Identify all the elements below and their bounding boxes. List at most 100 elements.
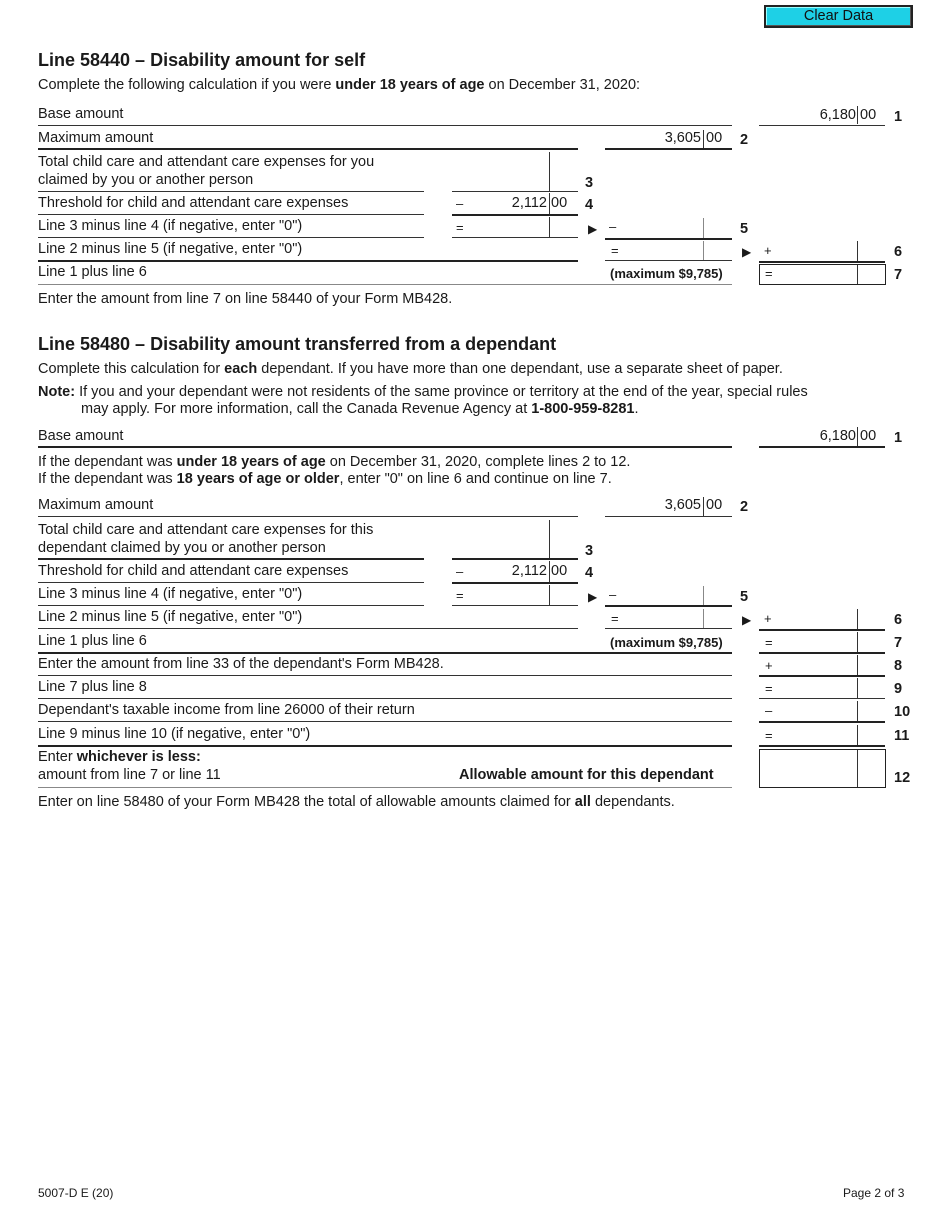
line-number-3: 3 <box>585 175 594 191</box>
cents-divider <box>549 193 550 214</box>
row-divider <box>38 148 578 150</box>
cents-divider <box>857 265 858 284</box>
s2-maximum-note: (maximum $9,785) <box>610 635 723 650</box>
note-label: Note: <box>38 384 76 400</box>
equals-sign: = <box>611 611 619 626</box>
s1-line3-dollars-input[interactable] <box>452 170 546 190</box>
s2-line11-cents-input[interactable] <box>859 726 885 744</box>
intro-text: on December 31, 2020: <box>484 77 641 93</box>
line-number-9: 9 <box>894 681 903 697</box>
s1-expenses-label-1: Total child care and attendant care expe… <box>38 154 375 170</box>
field-underline <box>605 516 732 517</box>
section1-intro: Complete the following calculation if yo… <box>38 77 640 93</box>
s1-line7-dollars-input[interactable] <box>776 266 854 283</box>
s2-l2m5-cents-input[interactable] <box>705 609 731 627</box>
plus-sign: + <box>764 243 772 258</box>
field-underline <box>605 628 732 629</box>
s1-l2m5-cents-input[interactable] <box>705 241 731 259</box>
field-underline <box>452 605 578 606</box>
line-number-4: 4 <box>585 565 594 581</box>
s2-line12-cents-input[interactable] <box>859 768 883 786</box>
row-divider <box>38 284 732 285</box>
row-divider <box>38 446 732 448</box>
intro-bold: under 18 years of age <box>335 77 485 93</box>
minus-sign: – <box>609 587 617 602</box>
s2-line7-dollars-input[interactable] <box>776 633 854 651</box>
arrow-right-icon: ▶ <box>588 222 598 236</box>
line-number-12: 12 <box>894 770 911 786</box>
cents-divider <box>703 609 704 628</box>
s1-line6-dollars-input[interactable] <box>774 242 854 260</box>
s2-l7p8-label: Line 7 plus line 8 <box>38 679 147 695</box>
equals-sign: = <box>611 243 619 258</box>
s2-line9-cents-input[interactable] <box>859 679 885 697</box>
field-underline <box>452 214 578 216</box>
cents-divider <box>857 609 858 629</box>
row-divider <box>38 237 424 238</box>
page-number: Page 2 of 3 <box>843 1186 905 1200</box>
field-underline <box>759 629 885 631</box>
s1-line6-cents-input[interactable] <box>859 242 885 260</box>
s1-l3m4-cents-input[interactable] <box>551 218 577 236</box>
cents-divider <box>857 106 858 124</box>
s1-line5-cents-input[interactable] <box>705 220 731 238</box>
field-underline <box>452 191 578 192</box>
line-number-6: 6 <box>894 244 903 260</box>
cents-divider <box>549 520 550 558</box>
row-divider <box>38 605 424 606</box>
s2-line10-cents-input[interactable] <box>859 702 885 720</box>
line-number-5: 5 <box>740 589 749 605</box>
row-divider <box>38 787 732 788</box>
cents-divider <box>549 585 550 605</box>
s2-line3-cents-input[interactable] <box>551 538 577 558</box>
s2-line6-cents-input[interactable] <box>859 610 885 628</box>
s2-line12-dollars-input[interactable] <box>762 768 854 786</box>
s1-maximum-note: (maximum $9,785) <box>610 266 723 281</box>
arrow-right-icon: ▶ <box>742 245 752 259</box>
minus-sign: – <box>456 196 464 211</box>
s2-line1-cents: 00 <box>860 428 877 444</box>
s2-line6-dollars-input[interactable] <box>774 610 854 628</box>
s1-l3m4-dollars-input[interactable] <box>466 218 546 236</box>
field-underline <box>605 260 732 261</box>
line-number-4: 4 <box>585 197 594 213</box>
intro-text: dependant. If you have more than one dep… <box>257 361 783 377</box>
s2-lesser-label-1: Enter whichever is less: <box>38 749 201 765</box>
s2-l3m4-dollars-input[interactable] <box>466 586 546 604</box>
s2-line8-dollars-input[interactable] <box>776 656 854 674</box>
s1-max-label: Maximum amount <box>38 130 154 146</box>
s2-line7-cents-input[interactable] <box>859 633 885 651</box>
field-underline <box>759 721 885 723</box>
s2-line2-cents: 00 <box>706 497 723 513</box>
s1-line5-dollars-input[interactable] <box>620 220 700 238</box>
field-underline <box>759 652 885 654</box>
line-number-5: 5 <box>740 221 749 237</box>
row-divider <box>38 628 578 629</box>
line-number-1: 1 <box>894 109 903 125</box>
s2-line8-cents-input[interactable] <box>859 656 885 674</box>
section-title-58440: Line 58440 – Disability amount for self <box>38 50 366 70</box>
s1-line3-cents-input[interactable] <box>551 170 577 190</box>
s2-l3m4-cents-input[interactable] <box>551 586 577 604</box>
intro-text: Complete the following calculation if yo… <box>38 77 336 93</box>
s2-line5-cents-input[interactable] <box>705 587 731 605</box>
clear-data-button[interactable]: Clear Data <box>764 5 913 28</box>
s2-line10-dollars-input[interactable] <box>776 702 854 720</box>
row-divider <box>38 125 732 126</box>
field-underline <box>759 446 885 448</box>
s2-line9-dollars-input[interactable] <box>776 679 854 697</box>
s2-l2m5-dollars-input[interactable] <box>622 609 700 627</box>
arrow-right-icon: ▶ <box>588 590 598 604</box>
field-underline <box>759 698 885 699</box>
field-underline <box>452 582 578 584</box>
s1-line4-dollars: 2,112 <box>511 195 547 211</box>
s1-l1p6-label: Line 1 plus line 6 <box>38 264 147 280</box>
s2-l3m4-label: Line 3 minus line 4 (if negative, enter … <box>38 586 303 602</box>
s1-l2m5-dollars-input[interactable] <box>622 241 700 259</box>
cents-divider <box>703 218 704 238</box>
s2-line5-dollars-input[interactable] <box>620 587 700 605</box>
minus-sign: – <box>456 564 464 579</box>
s2-line3-dollars-input[interactable] <box>452 538 546 558</box>
s2-line11-dollars-input[interactable] <box>776 726 854 744</box>
s1-line7-cents-input[interactable] <box>859 266 883 283</box>
